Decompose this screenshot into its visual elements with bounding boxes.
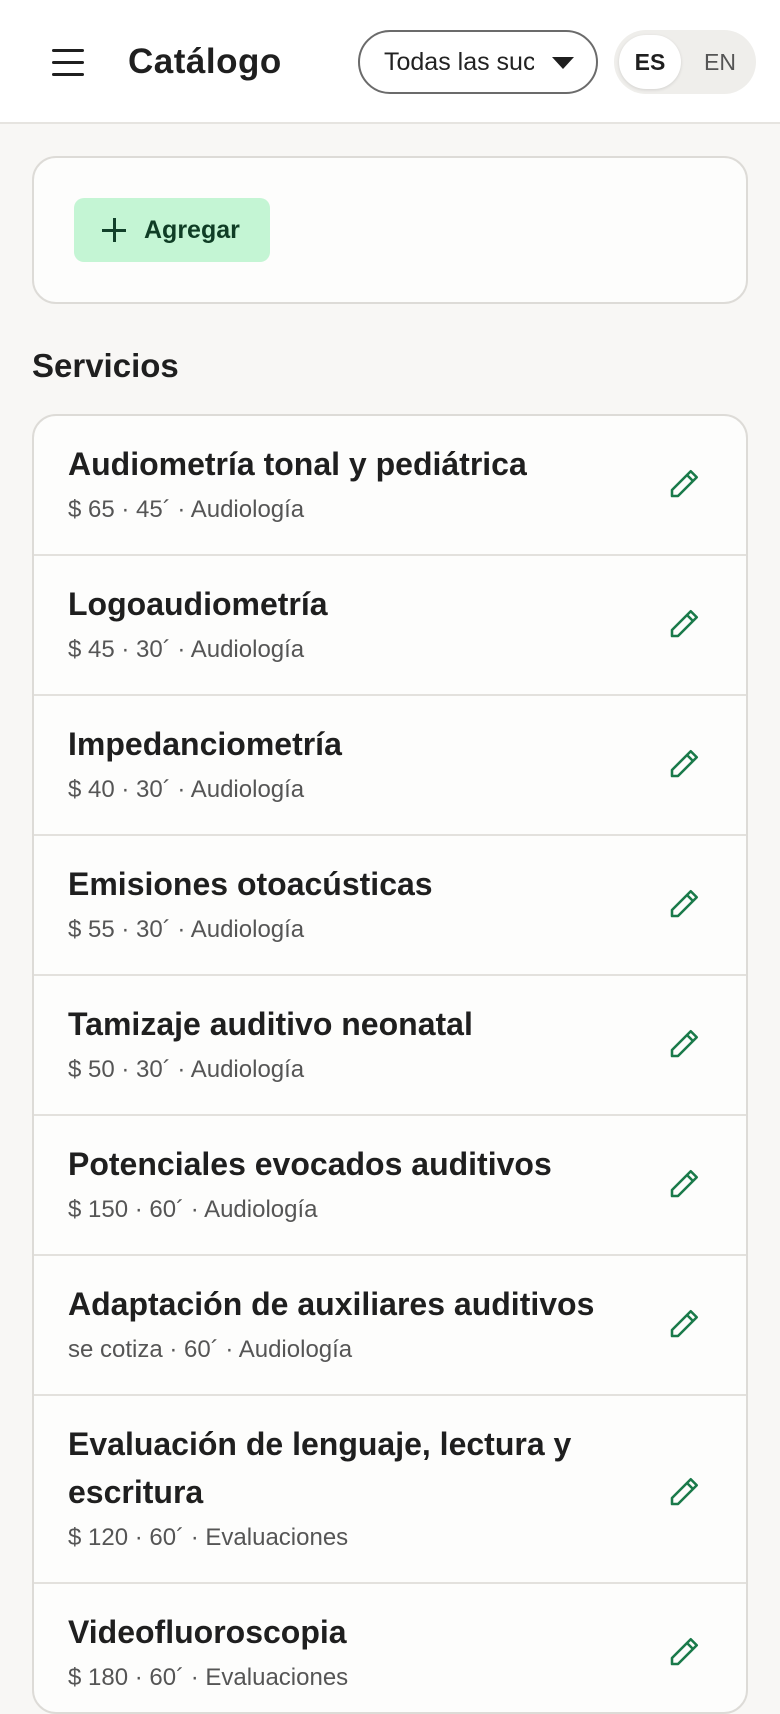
list-item[interactable]: Impedanciometría $ 40 · 30´ · Audiología [34,696,746,836]
service-name: Videofluoroscopia [68,1614,347,1650]
service-meta: se cotiza · 60´ · Audiología [68,1336,353,1363]
branch-select-value: Todas las sucursales [384,47,534,76]
list-item[interactable]: Videofluoroscopia $ 180 · 60´ · Evaluacio… [34,1584,746,1712]
list-item[interactable]: Potenciales evocados auditivos $ 150 · 60… [34,1116,746,1256]
pencil-icon[interactable] [666,746,702,782]
pencil-icon[interactable] [666,886,702,922]
list-item[interactable]: Emisiones otoacústicas $ 55 · 30´ · Audio… [34,836,746,976]
service-name: Emisiones otoacústicas [68,866,433,902]
branch-select[interactable]: Todas las sucursales [358,30,598,94]
list-item[interactable]: Logoaudiometría $ 45 · 30´ · Audiología [34,556,746,696]
plus-icon [102,218,126,242]
add-service-button[interactable]: Agregar [74,198,270,262]
service-meta: $ 40 · 30´ · Audiología [68,776,305,803]
list-item[interactable]: Adaptación de auxiliares auditivos se cot… [34,1256,746,1396]
top-bar: Catálogo Todas las sucursales ES EN [0,0,780,124]
pencil-icon[interactable] [666,606,702,642]
pencil-icon[interactable] [666,1166,702,1202]
language-toggle: ES EN [614,30,756,94]
service-name: Impedanciometría [68,726,342,762]
service-meta: $ 150 · 60´ · Audiología [68,1196,318,1223]
services-list: Audiometría tonal y pediátrica $ 65 · 45´… [32,414,748,1714]
service-meta: $ 50 · 30´ · Audiología [68,1056,305,1083]
lang-option-es[interactable]: ES [619,35,681,89]
page-title: Catálogo [128,42,282,81]
service-meta: $ 55 · 30´ · Audiología [68,916,305,943]
service-name: Potenciales evocados auditivos [68,1146,552,1182]
service-name: Audiometría tonal y pediátrica [68,446,527,482]
service-meta: $ 120 · 60´ · Evaluaciones [68,1524,349,1551]
pencil-icon[interactable] [666,1306,702,1342]
actions-card: Agregar [32,156,748,304]
list-item[interactable]: Tamizaje auditivo neonatal $ 50 · 30´ · A… [34,976,746,1116]
service-name: Tamizaje auditivo neonatal [68,1006,473,1042]
add-button-label: Agregar [144,215,240,244]
menu-icon[interactable] [44,38,92,86]
service-name: Adaptación de auxiliares auditivos [68,1286,595,1322]
service-name: Logoaudiometría [68,586,328,622]
pencil-icon[interactable] [666,466,702,502]
list-item[interactable]: Audiometría tonal y pediátrica $ 65 · 45´… [34,416,746,556]
lang-option-en[interactable]: EN [689,35,751,89]
service-name: Evaluación de lenguaje, lectura y escrit… [68,1426,572,1510]
pencil-icon[interactable] [666,1026,702,1062]
chevron-down-icon [552,57,574,69]
list-item[interactable]: Evaluación de lenguaje, lectura y escrit… [34,1396,746,1584]
pencil-icon[interactable] [666,1634,702,1670]
service-meta: $ 65 · 45´ · Audiología [68,496,305,523]
service-meta: $ 180 · 60´ · Evaluaciones [68,1664,349,1691]
pencil-icon[interactable] [666,1474,702,1510]
service-meta: $ 45 · 30´ · Audiología [68,636,305,663]
section-title: Servicios [32,347,179,384]
